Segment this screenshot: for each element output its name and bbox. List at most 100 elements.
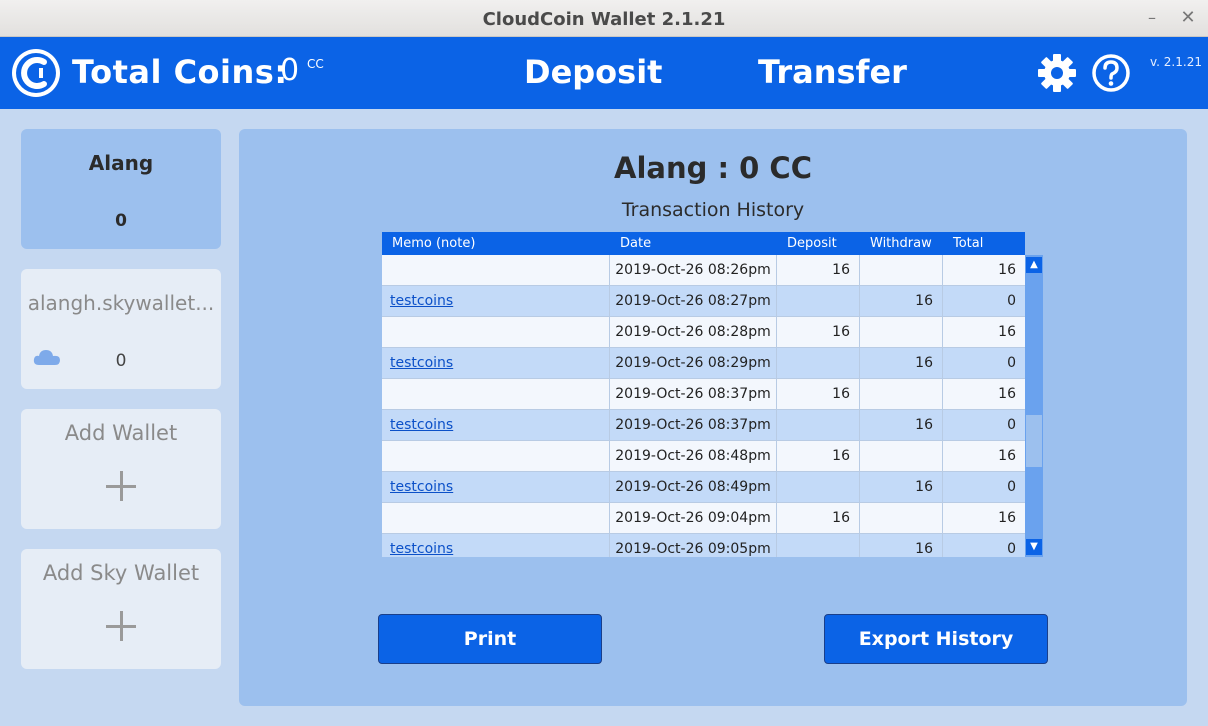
total-cell: 0 — [1007, 293, 1016, 309]
memo-link[interactable]: testcoins — [390, 293, 453, 309]
table-row: 2019-Oct-26 08:26pm 16 16 — [382, 255, 1025, 286]
wallet-amount: 0 — [115, 211, 127, 231]
sky-wallet-amount: 0 — [115, 351, 127, 371]
add-wallet-card[interactable]: Add Wallet — [21, 409, 221, 529]
withdraw-cell: 16 — [860, 472, 943, 503]
column-header-date: Date — [620, 236, 652, 251]
column-header-deposit: Deposit — [787, 236, 837, 251]
deposit-cell — [777, 348, 860, 379]
total-cell: 0 — [1007, 355, 1016, 371]
version-label: v. 2.1.21 — [1150, 55, 1202, 69]
date-cell: 2019-Oct-26 08:37pm — [610, 410, 777, 441]
column-header-withdraw: Withdraw — [870, 236, 932, 251]
date-cell: 2019-Oct-26 08:49pm — [610, 472, 777, 503]
memo-cell: testcoins — [382, 348, 610, 379]
add-wallet-label: Add Wallet — [64, 421, 178, 445]
add-sky-wallet-card[interactable]: Add Sky Wallet — [21, 549, 221, 669]
transfer-button[interactable]: Transfer — [758, 53, 907, 91]
deposit-cell: 16 — [777, 255, 860, 286]
deposit-cell — [777, 286, 860, 317]
withdraw-cell: 16 — [860, 286, 943, 317]
deposit-cell: 16 — [777, 379, 860, 410]
transaction-table: Memo (note) Date Deposit Withdraw Total … — [382, 232, 1043, 557]
date-cell: 2019-Oct-26 08:28pm — [610, 317, 777, 348]
wallet-name: Alang — [88, 151, 154, 175]
table-row: testcoins 2019-Oct-26 08:49pm 16 0 — [382, 472, 1025, 503]
table-row: testcoins 2019-Oct-26 09:05pm 16 0 — [382, 534, 1025, 557]
help-icon[interactable] — [1091, 53, 1131, 93]
deposit-cell — [777, 534, 860, 557]
deposit-cell: 16 — [777, 441, 860, 472]
deposit-cell: 16 — [777, 317, 860, 348]
table-row: testcoins 2019-Oct-26 08:37pm 16 0 — [382, 410, 1025, 441]
date-cell: 2019-Oct-26 08:26pm — [610, 255, 777, 286]
withdraw-cell: 16 — [860, 534, 943, 557]
table-body[interactable]: 2019-Oct-26 08:26pm 16 16 testcoins 2019… — [382, 255, 1025, 557]
transaction-history-heading: Transaction History — [621, 199, 805, 221]
table-row: 2019-Oct-26 09:04pm 16 16 — [382, 503, 1025, 534]
total-cell: 16 — [998, 448, 1016, 464]
memo-link[interactable]: testcoins — [390, 355, 453, 371]
column-header-total: Total — [953, 236, 984, 251]
memo-link[interactable]: testcoins — [390, 541, 453, 557]
date-cell: 2019-Oct-26 09:04pm — [610, 503, 777, 534]
date-cell: 2019-Oct-26 09:05pm — [610, 534, 777, 557]
wallet-card-alang[interactable]: Alang 0 — [21, 129, 221, 249]
window-titlebar: CloudCoin Wallet 2.1.21 – ✕ — [0, 0, 1208, 37]
date-cell: 2019-Oct-26 08:29pm — [610, 348, 777, 379]
date-cell: 2019-Oct-26 08:27pm — [610, 286, 777, 317]
withdraw-cell — [860, 441, 943, 472]
scrollbar-thumb[interactable] — [1026, 415, 1042, 467]
export-history-button[interactable]: Export History — [824, 614, 1048, 664]
total-cell: 0 — [1007, 541, 1016, 557]
memo-cell — [382, 379, 610, 410]
memo-link[interactable]: testcoins — [390, 417, 453, 433]
memo-cell — [382, 441, 610, 472]
total-cell: 16 — [998, 324, 1016, 340]
memo-cell — [382, 317, 610, 348]
withdraw-cell — [860, 255, 943, 286]
deposit-button[interactable]: Deposit — [524, 53, 662, 91]
column-header-memo: Memo (note) — [392, 236, 476, 251]
table-row: 2019-Oct-26 08:37pm 16 16 — [382, 379, 1025, 410]
memo-cell: testcoins — [382, 472, 610, 503]
gear-icon[interactable] — [1038, 54, 1076, 92]
table-row: testcoins 2019-Oct-26 08:29pm 16 0 — [382, 348, 1025, 379]
memo-link[interactable]: testcoins — [390, 479, 453, 495]
deposit-cell — [777, 472, 860, 503]
memo-cell: testcoins — [382, 410, 610, 441]
table-scrollbar[interactable]: ▲ ▼ — [1025, 255, 1043, 557]
close-button[interactable]: ✕ — [1178, 8, 1198, 28]
total-cell: 16 — [998, 510, 1016, 526]
table-row: 2019-Oct-26 08:28pm 16 16 — [382, 317, 1025, 348]
sky-wallet-name: alangh.skywallet... — [27, 291, 215, 315]
arrow-up-icon[interactable]: ▲ — [1026, 257, 1042, 273]
arrow-down-icon[interactable]: ▼ — [1026, 539, 1042, 555]
withdraw-cell — [860, 379, 943, 410]
withdraw-cell — [860, 503, 943, 534]
date-cell: 2019-Oct-26 08:37pm — [610, 379, 777, 410]
memo-cell: testcoins — [382, 534, 610, 557]
total-cell: 16 — [998, 386, 1016, 402]
date-cell: 2019-Oct-26 08:48pm — [610, 441, 777, 472]
total-coins-unit: CC — [307, 57, 324, 71]
memo-cell — [382, 255, 610, 286]
plus-icon — [106, 611, 136, 641]
withdraw-cell — [860, 317, 943, 348]
memo-cell — [382, 503, 610, 534]
memo-cell: testcoins — [382, 286, 610, 317]
sky-wallet-card[interactable]: alangh.skywallet... 0 — [21, 269, 221, 389]
print-button[interactable]: Print — [378, 614, 602, 664]
total-cell: 0 — [1007, 479, 1016, 495]
table-row: testcoins 2019-Oct-26 08:27pm 16 0 — [382, 286, 1025, 317]
table-row: 2019-Oct-26 08:48pm 16 16 — [382, 441, 1025, 472]
wallet-balance-title: Alang : 0 CC — [614, 151, 812, 185]
total-cell: 16 — [998, 262, 1016, 278]
total-coins-label: Total Coins: — [72, 53, 288, 91]
total-cell: 0 — [1007, 417, 1016, 433]
minimize-button[interactable]: – — [1142, 8, 1162, 28]
window-title: CloudCoin Wallet 2.1.21 — [482, 9, 726, 30]
withdraw-cell: 16 — [860, 410, 943, 441]
app-header: Total Coins: 0 CC Deposit Transfer v. 2.… — [0, 37, 1208, 109]
table-header: Memo (note) Date Deposit Withdraw Total — [382, 232, 1025, 255]
